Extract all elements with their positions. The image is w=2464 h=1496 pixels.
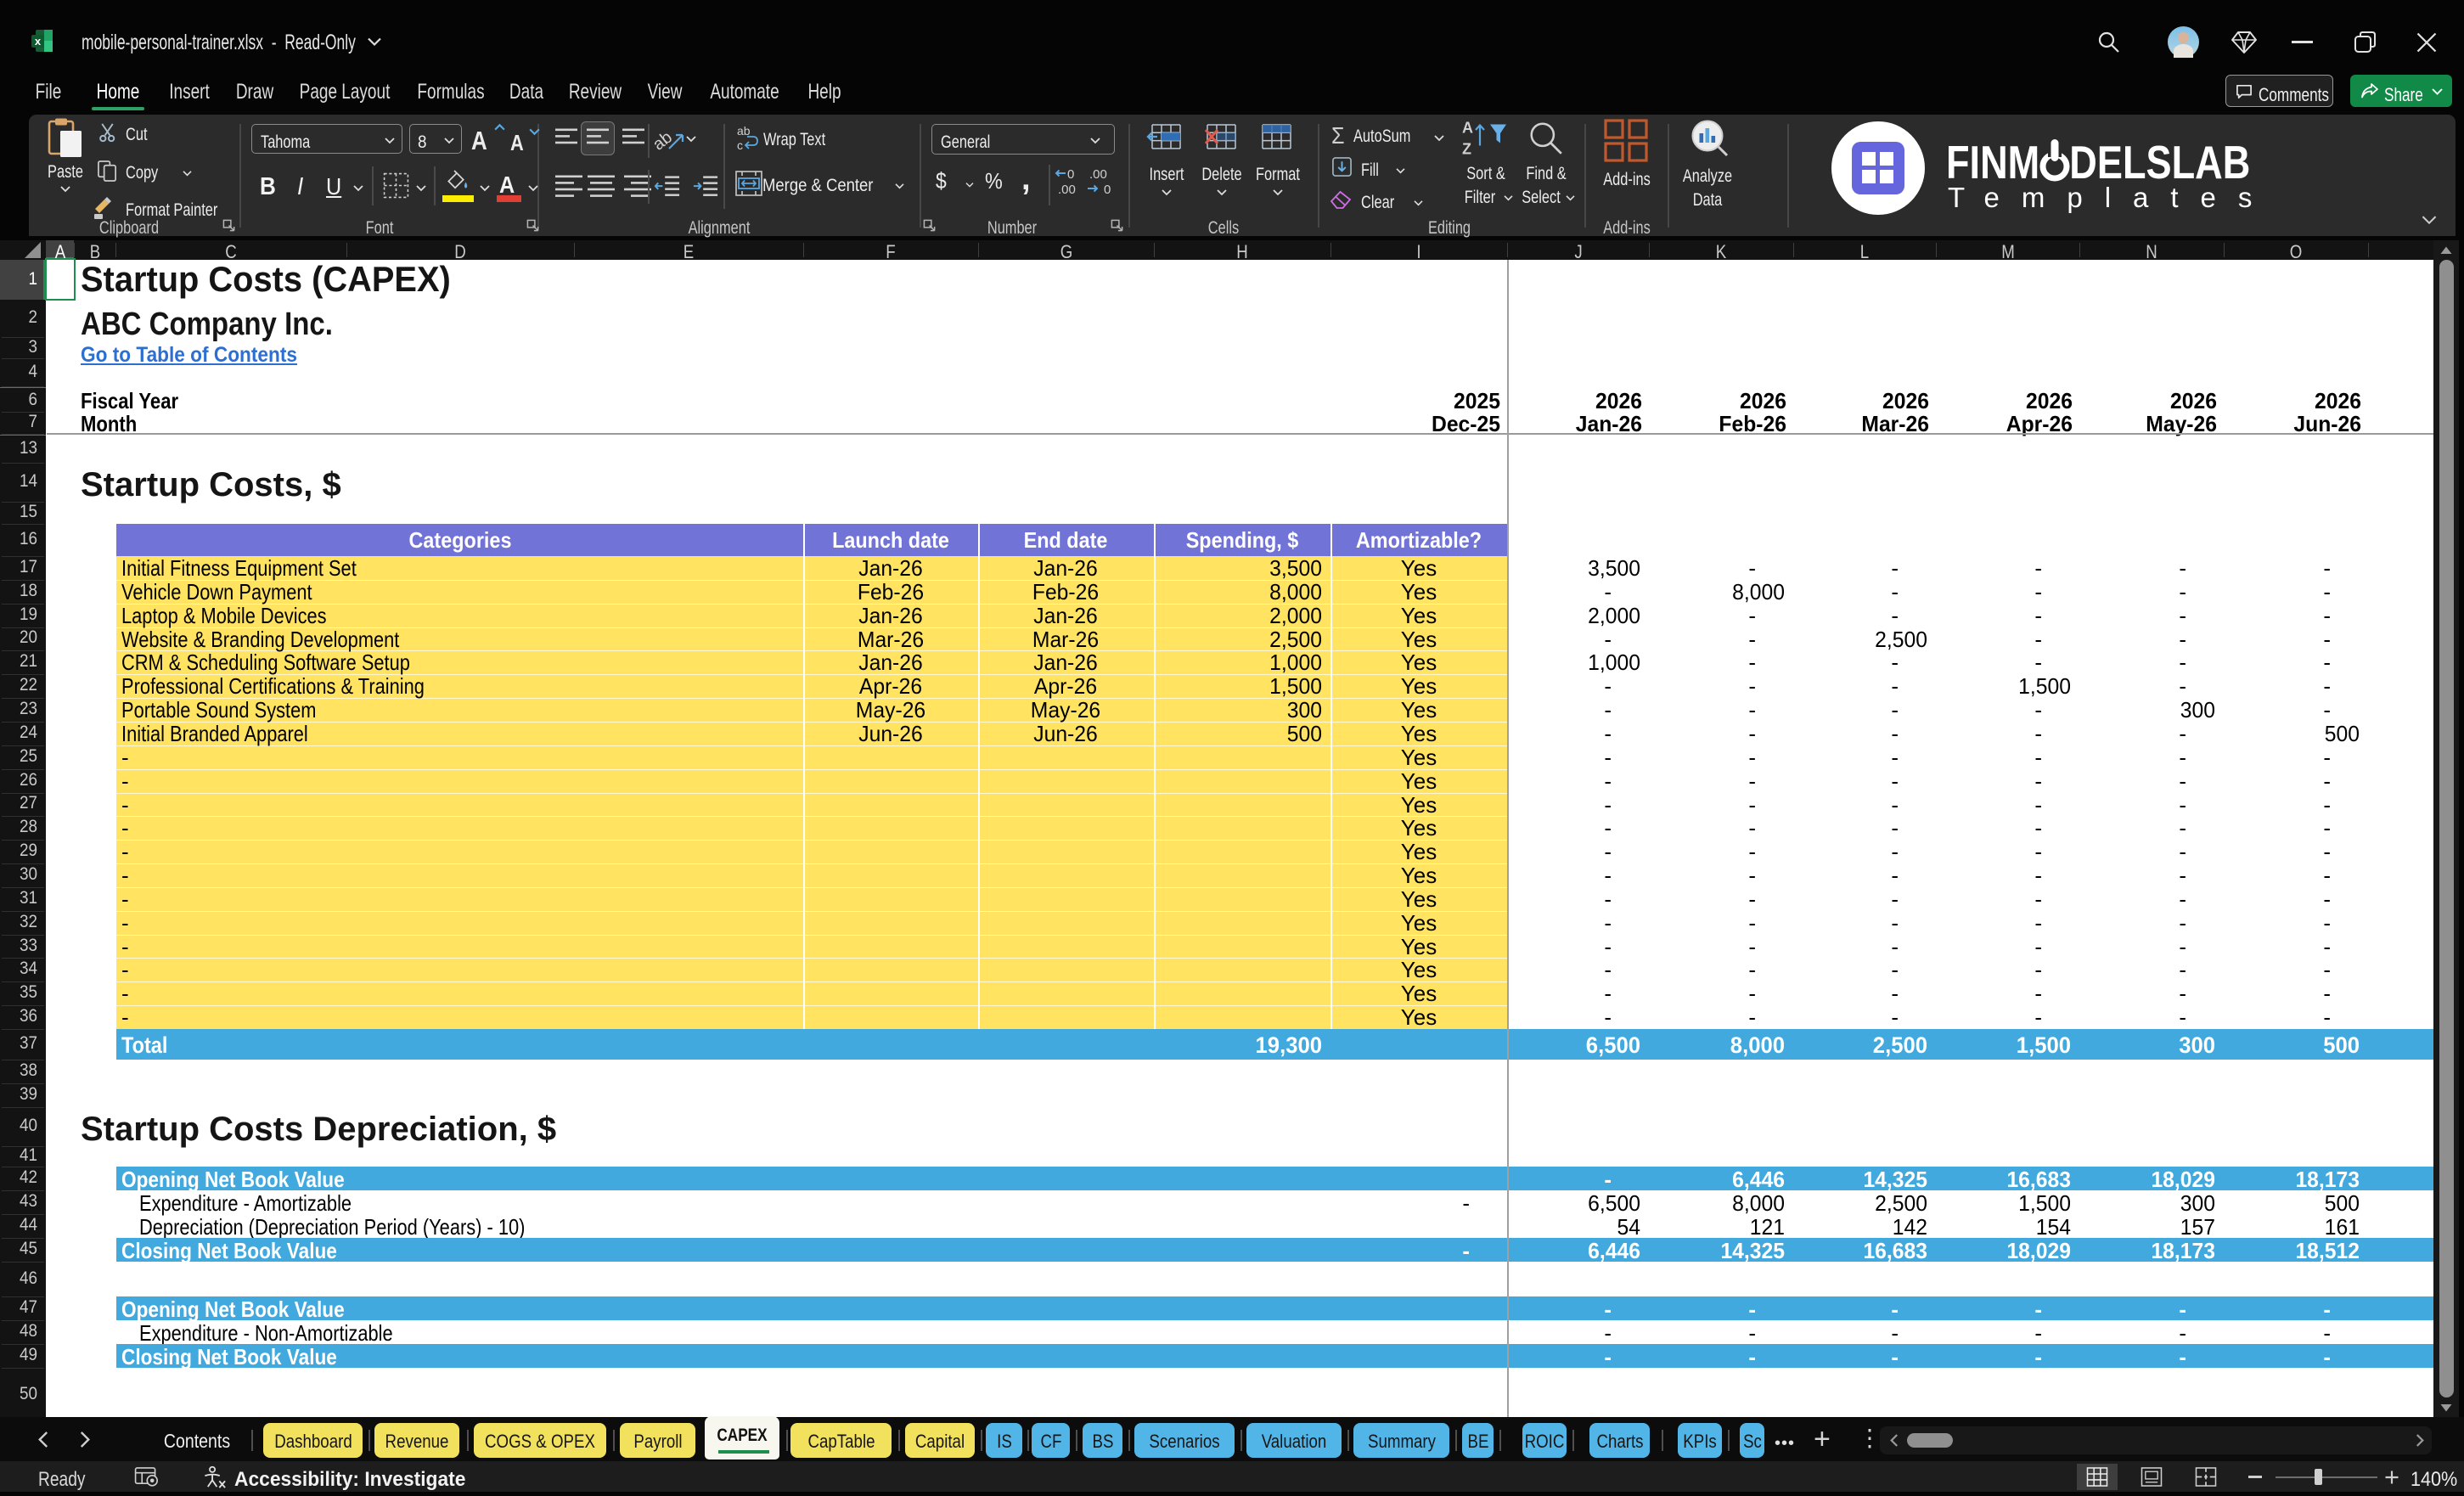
svg-text:ab: ab (737, 124, 751, 138)
svg-text:A: A (1462, 120, 1473, 137)
svg-text:c: c (737, 138, 743, 152)
svg-text:x: x (35, 35, 42, 48)
svg-text:Z: Z (1462, 141, 1471, 158)
